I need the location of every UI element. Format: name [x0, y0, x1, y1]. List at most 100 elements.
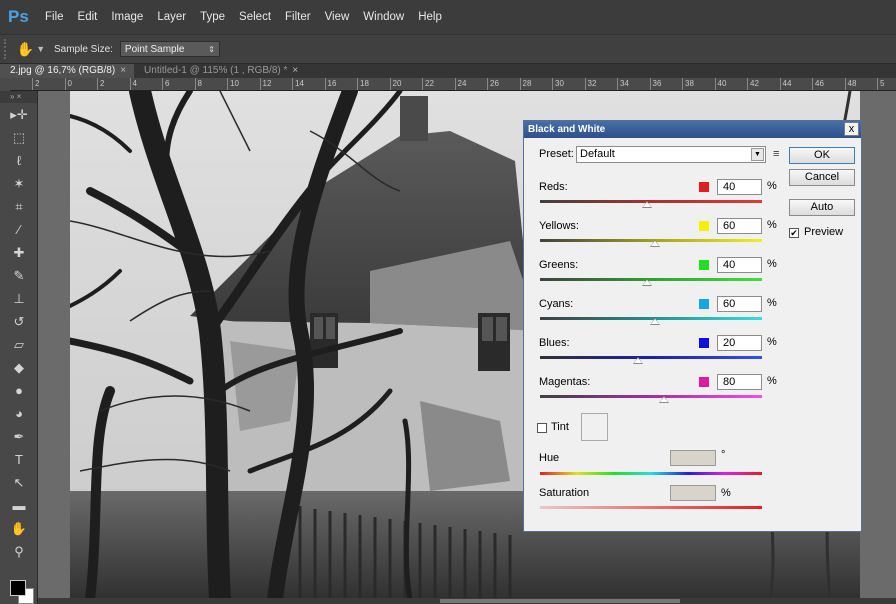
magentas-unit: %: [767, 375, 777, 387]
dialog-title[interactable]: Black and White: [524, 121, 861, 138]
magentas-slider-thumb[interactable]: [659, 396, 670, 403]
preset-select[interactable]: Default ▼: [576, 146, 766, 163]
blues-unit: %: [767, 336, 777, 348]
reds-slider-thumb[interactable]: [641, 201, 652, 208]
menu-file[interactable]: File: [38, 11, 71, 23]
cyans-value-input[interactable]: 60: [717, 296, 762, 312]
ruler-tick: 34: [617, 78, 629, 90]
preset-value: Default: [580, 148, 615, 160]
black-and-white-dialog: Black and White x Preset: Default ▼ ≡ OK…: [523, 120, 862, 532]
marquee-tool-icon[interactable]: ⬚: [0, 126, 38, 149]
type-tool-icon[interactable]: T: [0, 448, 38, 471]
chevron-down-icon[interactable]: ▼: [751, 148, 764, 161]
document-tab[interactable]: 2.jpg @ 16,7% (RGB/8) ×: [0, 64, 135, 78]
ruler-tick: 12: [259, 78, 271, 90]
ok-button[interactable]: OK: [789, 147, 855, 164]
ruler-tick: 16: [324, 78, 336, 90]
document-tabs: 2.jpg @ 16,7% (RGB/8) × Untitled-1 @ 115% …: [0, 64, 896, 78]
healing-brush-tool-icon[interactable]: ✚: [0, 241, 38, 264]
cyans-unit: %: [767, 297, 777, 309]
menu-filter[interactable]: Filter: [278, 11, 318, 23]
close-icon[interactable]: ×: [120, 65, 126, 76]
close-icon[interactable]: ×: [292, 65, 298, 76]
yellows-slider-thumb[interactable]: [650, 240, 661, 247]
options-bar-grip[interactable]: [4, 39, 12, 59]
scrollbar-thumb[interactable]: [440, 599, 680, 603]
blues-value-input[interactable]: 20: [717, 335, 762, 351]
menu-type[interactable]: Type: [193, 11, 232, 23]
color-swatches: [6, 576, 36, 604]
clone-stamp-tool-icon[interactable]: ⊥: [0, 287, 38, 310]
document-tab[interactable]: Untitled-1 @ 115% (1 , RGB/8) * ×: [134, 64, 306, 78]
cyans-slider-thumb[interactable]: [650, 318, 661, 325]
menu-view[interactable]: View: [318, 11, 357, 23]
ruler-tick: 2: [97, 78, 104, 90]
menu-select[interactable]: Select: [232, 11, 278, 23]
close-icon[interactable]: x: [844, 122, 859, 136]
reds-value-input[interactable]: 40: [717, 179, 762, 195]
greens-unit: %: [767, 258, 777, 270]
history-brush-tool-icon[interactable]: ↺: [0, 310, 38, 333]
ruler-tick: 5: [877, 78, 884, 90]
select-arrows-icon: ⇕: [208, 44, 215, 54]
blur-tool-icon[interactable]: ●: [0, 379, 38, 402]
tab-label: Untitled-1 @ 115% (1 , RGB/8) *: [144, 65, 288, 76]
menu-window[interactable]: Window: [356, 11, 411, 23]
hand-tool-icon[interactable]: ✋: [0, 517, 38, 540]
pen-tool-icon[interactable]: ✒: [0, 425, 38, 448]
magic-wand-tool-icon[interactable]: ✶: [0, 172, 38, 195]
saturation-track[interactable]: [540, 506, 762, 509]
hue-label: Hue: [539, 452, 560, 464]
ruler-tick: 44: [779, 78, 791, 90]
hand-tool-icon[interactable]: ✋ ▼: [17, 38, 45, 60]
yellows-color-swatch: [699, 221, 709, 231]
blues-slider-track[interactable]: [540, 356, 762, 359]
greens-slider-thumb[interactable]: [641, 279, 652, 286]
magentas-value-input[interactable]: 80: [717, 374, 762, 390]
magentas-slider-track[interactable]: [540, 395, 762, 398]
saturation-input[interactable]: [670, 485, 716, 501]
ruler-tick: 36: [649, 78, 661, 90]
rectangle-tool-icon[interactable]: ▬: [0, 494, 38, 517]
tint-checkbox[interactable]: [537, 423, 547, 433]
zoom-tool-icon[interactable]: ⚲: [0, 540, 38, 563]
ruler-tick: 22: [422, 78, 434, 90]
horizontal-scrollbar[interactable]: [38, 598, 896, 604]
sample-size-select[interactable]: Point Sample ⇕: [119, 41, 220, 57]
hue-input[interactable]: [670, 450, 716, 466]
crop-tool-icon[interactable]: ⌗: [0, 195, 38, 218]
menu-help[interactable]: Help: [411, 11, 449, 23]
move-tool-icon[interactable]: ▸✛: [0, 103, 38, 126]
menu-image[interactable]: Image: [104, 11, 150, 23]
foreground-color-swatch[interactable]: [10, 580, 26, 596]
auto-button[interactable]: Auto: [789, 199, 855, 216]
saturation-label: Saturation: [539, 487, 590, 499]
blues-color-swatch: [699, 338, 709, 348]
eraser-tool-icon[interactable]: ▱: [0, 333, 38, 356]
reds-label: Reds:: [539, 181, 568, 193]
yellows-value-input[interactable]: 60: [717, 218, 762, 234]
preset-options-icon[interactable]: ≡: [773, 148, 779, 160]
ruler-tick: 32: [584, 78, 596, 90]
tint-color-swatch[interactable]: [581, 413, 608, 441]
path-selection-tool-icon[interactable]: ↖: [0, 471, 38, 494]
ruler-tick: 6: [162, 78, 169, 90]
chevron-down-icon[interactable]: ▼: [36, 44, 45, 54]
cancel-button[interactable]: Cancel: [789, 169, 855, 186]
blues-slider-thumb[interactable]: [632, 357, 643, 364]
dodge-tool-icon[interactable]: ◕: [0, 402, 38, 425]
paint-bucket-tool-icon[interactable]: ◆: [0, 356, 38, 379]
photoshop-window: Ps File Edit Image Layer Type Select Filter Vie…: [0, 0, 896, 604]
magentas-label: Magentas:: [539, 376, 591, 388]
lasso-tool-icon[interactable]: ℓ: [0, 149, 38, 172]
eyedropper-tool-icon[interactable]: ⁄: [0, 218, 38, 241]
preview-checkbox[interactable]: ✔: [789, 228, 799, 238]
brush-tool-icon[interactable]: ✎: [0, 264, 38, 287]
menu-layer[interactable]: Layer: [150, 11, 193, 23]
menu-bar: Ps File Edit Image Layer Type Select Filter Vie…: [0, 0, 896, 34]
hue-track[interactable]: [540, 472, 762, 475]
tools-panel-header[interactable]: » ×: [0, 91, 37, 103]
menu-edit[interactable]: Edit: [71, 11, 105, 23]
greens-value-input[interactable]: 40: [717, 257, 762, 273]
ruler-tick: 4: [129, 78, 137, 90]
